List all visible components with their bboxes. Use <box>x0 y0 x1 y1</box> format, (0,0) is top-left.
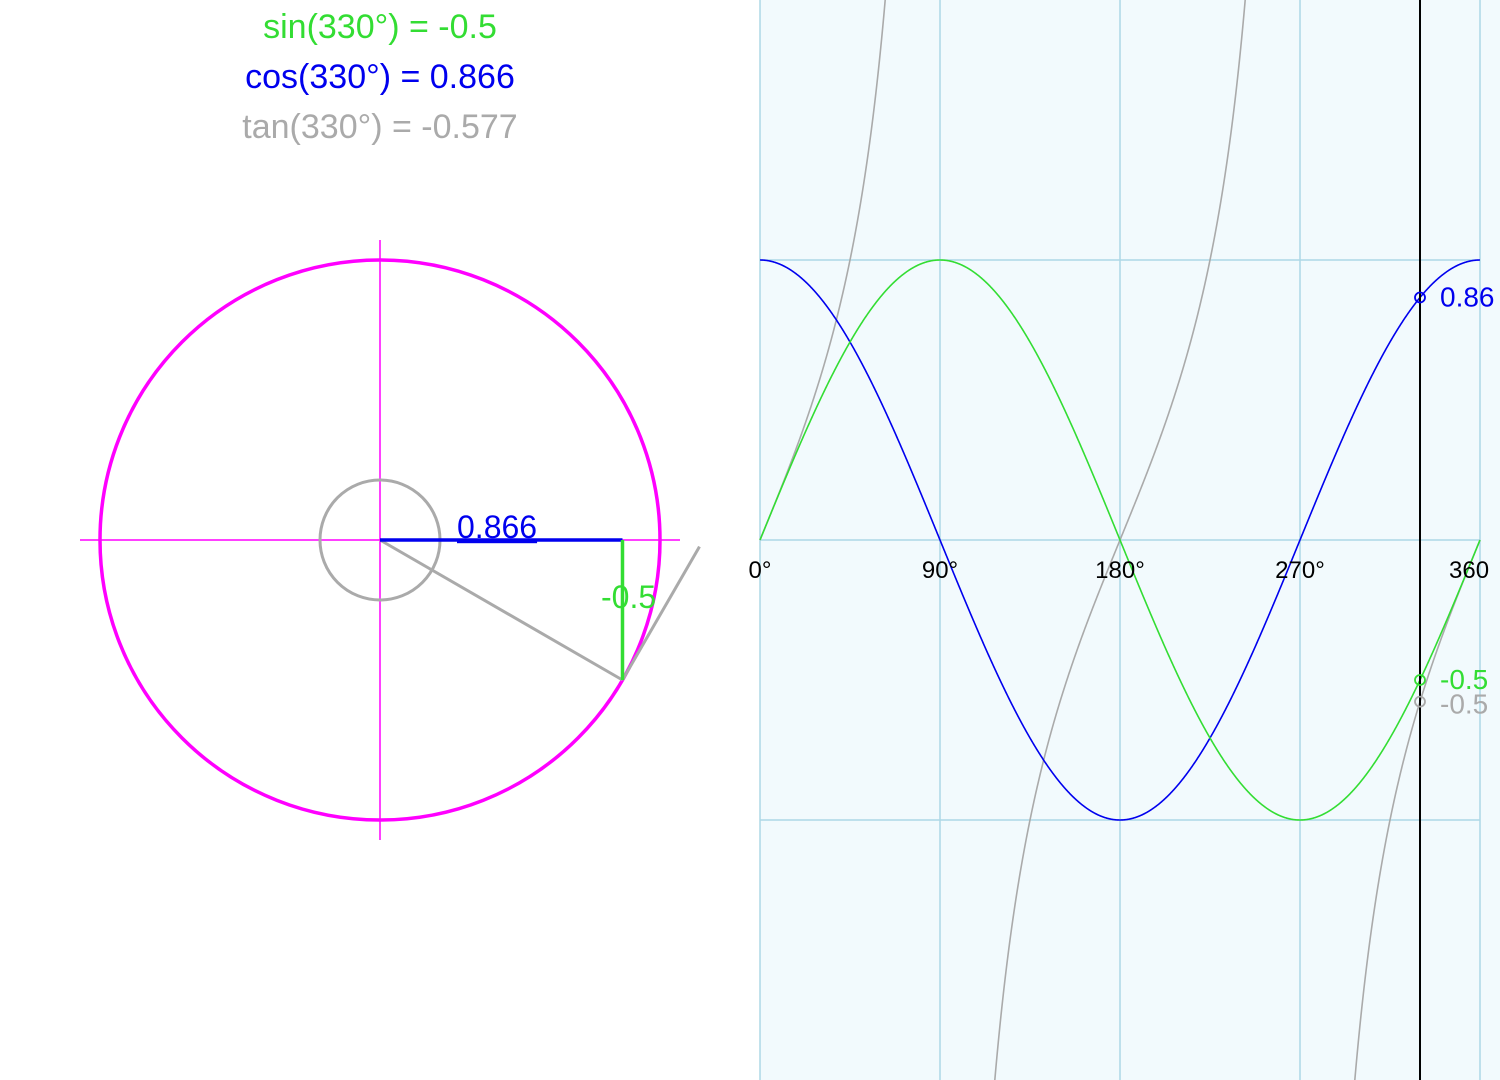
trig-visualizer: sin(330°) = -0.5 cos(330°) = 0.866 tan(3… <box>0 0 1500 1080</box>
radius-line <box>379 538 624 682</box>
x-tick-label-3: 270° <box>1275 557 1325 584</box>
x-tick-label-0: 0° <box>749 557 772 584</box>
trig-chart-canvas: 0.866 -0.5 0° 90° 180° 270° 360 -0.5 0.86 -0.5 <box>80 0 1500 1080</box>
sin-value-label: -0.5 <box>601 579 656 615</box>
function-graph: 0° 90° 180° 270° 360 -0.50.86-0.5 <box>749 0 1500 1080</box>
cos-value-label: 0.866 <box>457 509 537 545</box>
unit-circle-diagram: 0.866 -0.5 <box>80 240 701 840</box>
x-tick-label-4: 360 <box>1449 557 1489 584</box>
cos-marker-label: 0.86 <box>1440 282 1495 313</box>
x-tick-label-2: 180° <box>1095 557 1145 584</box>
tan-marker-label: -0.5 <box>1440 689 1488 720</box>
x-tick-label-1: 90° <box>922 557 958 584</box>
